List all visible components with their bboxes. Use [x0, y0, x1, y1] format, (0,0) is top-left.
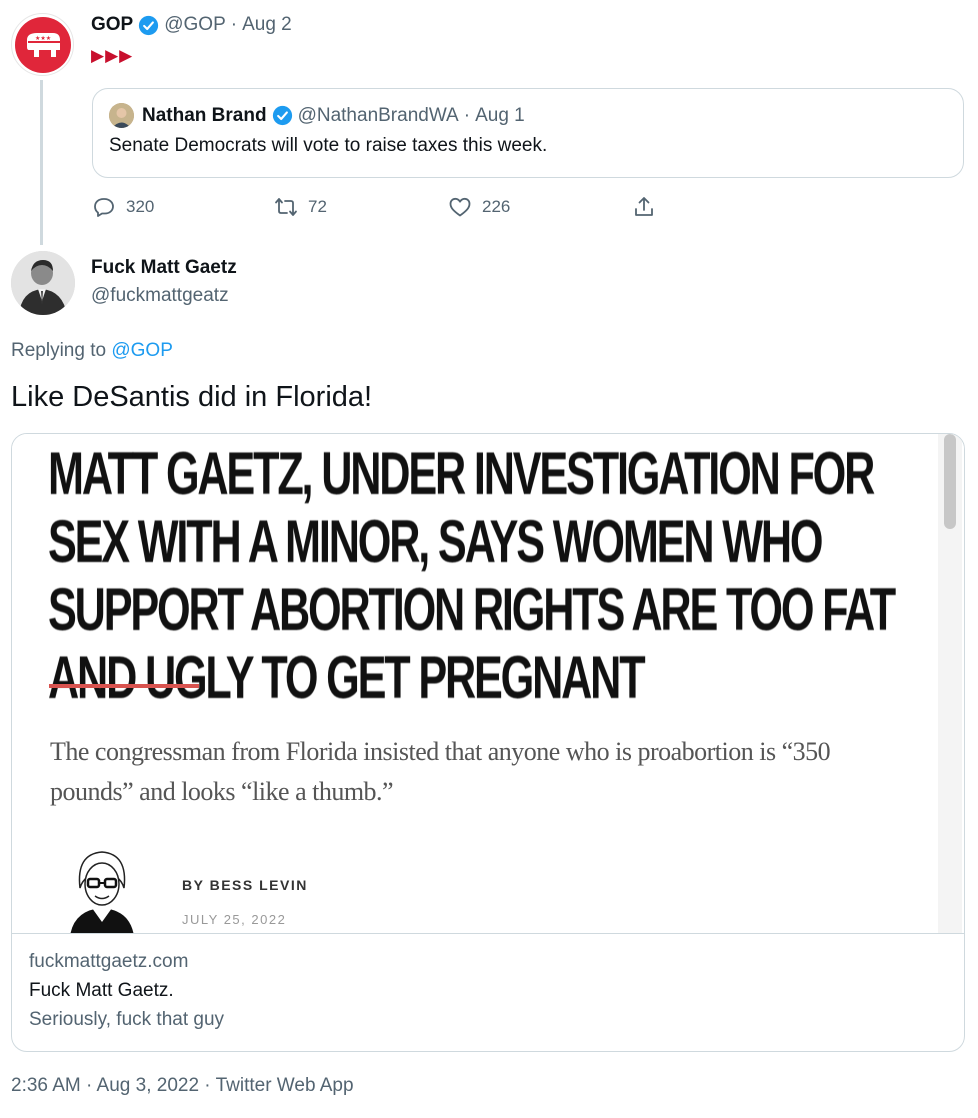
- verified-badge-icon: [272, 105, 292, 126]
- share-button[interactable]: [632, 195, 666, 219]
- quoted-tweet[interactable]: Nathan Brand @NathanBrandWA · Aug 1 Sena…: [92, 88, 964, 178]
- replying-to-label: Replying to: [11, 340, 112, 361]
- reply-button[interactable]: 320: [92, 195, 154, 219]
- author-name[interactable]: GOP: [91, 14, 133, 36]
- parent-tweet[interactable]: ★★★ GOP @GOP · Aug 2 ▶▶▶ Nathan Brand @N…: [0, 0, 978, 245]
- quoted-author-avatar: [109, 103, 134, 128]
- tweet-date[interactable]: Aug 2: [242, 14, 292, 36]
- svg-text:★★★: ★★★: [35, 35, 51, 42]
- red-flags-emoji: ▶▶▶: [91, 46, 134, 65]
- separator-dot: ·: [230, 14, 238, 35]
- tweet-actions: 320 72 226: [92, 195, 672, 223]
- elephant-logo-icon: ★★★: [14, 16, 71, 73]
- retweet-button[interactable]: 72: [274, 195, 327, 219]
- quoted-tweet-text: Senate Democrats will vote to raise taxe…: [109, 135, 548, 156]
- scrollbar-thumb[interactable]: [944, 434, 956, 529]
- quoted-tweet-header: Nathan Brand @NathanBrandWA · Aug 1: [109, 103, 525, 128]
- author-handle[interactable]: @GOP: [164, 14, 226, 36]
- share-icon: [635, 197, 653, 216]
- tweet-timestamp[interactable]: 2:36 AM · Aug 3, 2022 · Twitter Web App: [11, 1075, 354, 1097]
- reply-icon: [94, 198, 114, 217]
- replying-to-link[interactable]: @GOP: [111, 340, 173, 361]
- reply-author-handle[interactable]: @fuckmattgeatz: [91, 285, 229, 307]
- parent-tweet-header: GOP @GOP · Aug 2: [91, 14, 292, 36]
- gop-avatar[interactable]: ★★★: [11, 13, 74, 76]
- reply-author-name[interactable]: Fuck Matt Gaetz: [91, 257, 237, 279]
- article-byline: BY BESS LEVIN: [182, 877, 308, 893]
- red-divider: [49, 684, 199, 688]
- verified-badge-icon: [139, 15, 159, 35]
- heart-icon: [449, 197, 471, 217]
- card-title: Fuck Matt Gaetz.: [29, 980, 174, 1001]
- separator-dot: ·: [463, 104, 471, 126]
- retweet-count: 72: [308, 197, 327, 216]
- quoted-author-handle: @NathanBrandWA: [297, 104, 459, 126]
- card-description: Seriously, fuck that guy: [29, 1009, 225, 1030]
- card-image: MATT GAETZ, UNDER INVESTIGATION FOR SEX …: [12, 434, 964, 934]
- article-headline: MATT GAETZ, UNDER INVESTIGATION FOR SEX …: [48, 440, 896, 711]
- thread-line: [40, 80, 43, 245]
- link-card[interactable]: MATT GAETZ, UNDER INVESTIGATION FOR SEX …: [11, 433, 965, 1052]
- reply-tweet-text: Like DeSantis did in Florida!: [11, 381, 373, 413]
- retweet-icon: [275, 198, 297, 216]
- reply-count: 320: [126, 197, 155, 216]
- like-button[interactable]: 226: [448, 195, 510, 219]
- card-scrollbar[interactable]: [938, 434, 962, 933]
- replying-to: Replying to @GOP: [11, 340, 173, 362]
- author-illustration-icon: [70, 851, 134, 933]
- article-dek: The congressman from Florida insisted th…: [50, 737, 831, 806]
- article-date: JULY 25, 2022: [182, 912, 287, 927]
- like-count: 226: [482, 197, 511, 216]
- quoted-author-name: Nathan Brand: [142, 104, 267, 126]
- quoted-tweet-date: Aug 1: [475, 104, 525, 126]
- card-domain: fuckmattgaetz.com: [29, 951, 189, 972]
- reply-author-avatar[interactable]: [11, 251, 75, 315]
